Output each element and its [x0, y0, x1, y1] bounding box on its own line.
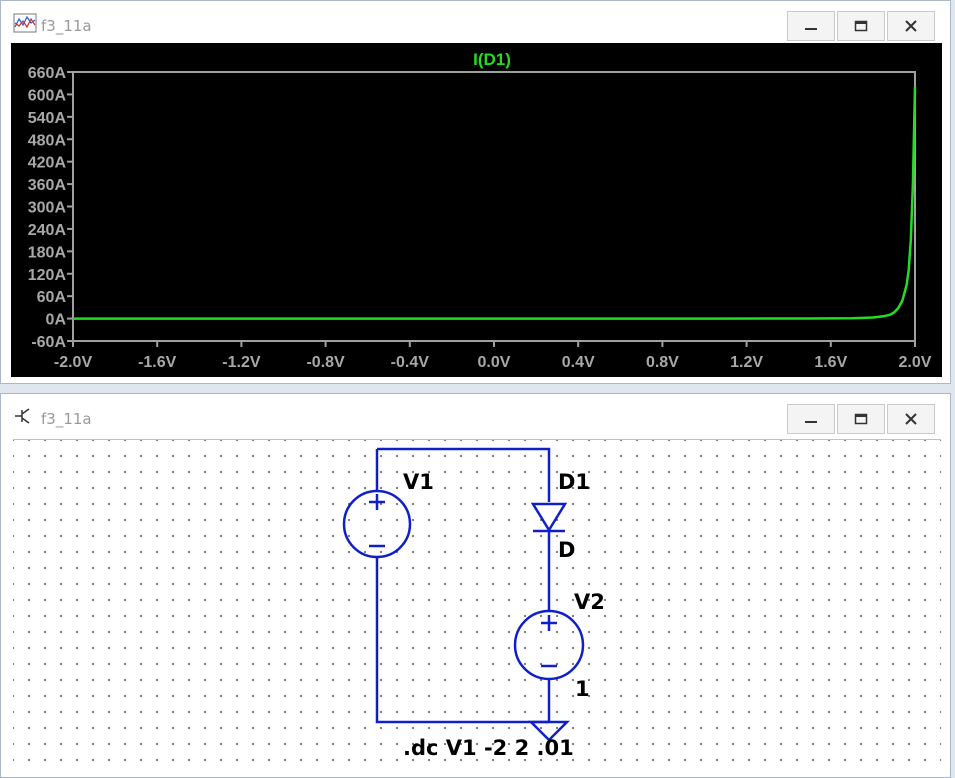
- maximize-button[interactable]: [837, 404, 885, 434]
- minimize-icon: [805, 28, 817, 30]
- wire[interactable]: [375, 558, 549, 724]
- x-tick-label: -2.0V: [54, 354, 93, 371]
- close-icon: [905, 20, 917, 32]
- minimize-icon: [805, 421, 817, 423]
- diode-d1[interactable]: [530, 502, 568, 533]
- minimize-button[interactable]: [787, 11, 835, 41]
- y-tick-label: 0A: [46, 312, 67, 329]
- plot-frame: [72, 71, 916, 342]
- close-button[interactable]: [887, 11, 935, 41]
- y-tick-label: 600A: [28, 87, 67, 104]
- y-tick-label: -60A: [31, 334, 66, 351]
- x-tick-label: 1.2V: [730, 354, 763, 371]
- waveform-icon: [13, 13, 37, 33]
- maximize-icon: [854, 20, 868, 32]
- plot-pane[interactable]: I(D1) 660A 600A 540A 480A 420A 360A 300A 240A 18…: [11, 43, 942, 377]
- v2-label[interactable]: V2: [574, 590, 605, 614]
- y-tick-label: 360A: [28, 177, 67, 194]
- x-tick-label: -1.2V: [222, 354, 261, 371]
- y-tick-label: 240A: [28, 222, 67, 239]
- maximize-icon: [854, 413, 868, 425]
- y-tick-label: 660A: [28, 65, 67, 82]
- window-title: f3_11a: [41, 17, 92, 35]
- close-button[interactable]: [887, 404, 935, 434]
- v1-label[interactable]: V1: [403, 470, 434, 494]
- voltage-source-v2[interactable]: [513, 609, 585, 681]
- chart-title: I(D1): [473, 50, 511, 69]
- x-tick-label: 1.6V: [814, 354, 847, 371]
- window-title: f3_11a: [41, 410, 92, 428]
- y-tick-label: 180A: [28, 244, 67, 261]
- d1-label[interactable]: D1: [558, 470, 590, 494]
- y-tick-label: 420A: [28, 155, 67, 172]
- maximize-button[interactable]: [837, 11, 885, 41]
- chart: I(D1) 660A 600A 540A 480A 420A 360A 300A 240A 18…: [28, 50, 932, 371]
- waveform-titlebar[interactable]: f3_11a: [1, 1, 950, 41]
- schematic-drawing: [342, 447, 585, 742]
- x-tick-label: -0.4V: [391, 354, 430, 371]
- minimize-button[interactable]: [787, 404, 835, 434]
- x-tick-label: 0.4V: [562, 354, 595, 371]
- x-tick-label: -0.8V: [306, 354, 345, 371]
- x-tick-label: 2.0V: [899, 354, 932, 371]
- dc-directive[interactable]: .dc V1 -2 2 .01: [403, 736, 574, 760]
- v2-value-label[interactable]: 1: [575, 677, 590, 701]
- y-tick-label: 120A: [28, 267, 67, 284]
- schematic-canvas[interactable]: V1 D1 D V2 1 .dc V1 -2 2 .01: [13, 439, 941, 764]
- series-line-i-d1[interactable]: [73, 86, 917, 320]
- close-icon: [905, 413, 917, 425]
- y-tick-label: 60A: [37, 289, 67, 306]
- schematic-icon: [13, 406, 37, 426]
- waveform-window: f3_11a I(D1) 660A 600A 540A 480A 420A 360A 300…: [0, 0, 951, 384]
- x-tick-label: -1.6V: [138, 354, 177, 371]
- schematic-window: f3_11a V1 D1 D V2 1 .dc V1 -2 2 .01: [0, 393, 951, 778]
- voltage-source-v1[interactable]: [342, 489, 412, 559]
- schematic-titlebar[interactable]: f3_11a: [1, 394, 950, 434]
- y-tick-label: 540A: [28, 110, 67, 127]
- y-tick-label: 480A: [28, 132, 67, 149]
- x-tick-label: 0.8V: [646, 354, 679, 371]
- d1-model-label[interactable]: D: [558, 538, 575, 562]
- x-tick-label: 0.0V: [478, 354, 511, 371]
- y-tick-label: 300A: [28, 200, 67, 217]
